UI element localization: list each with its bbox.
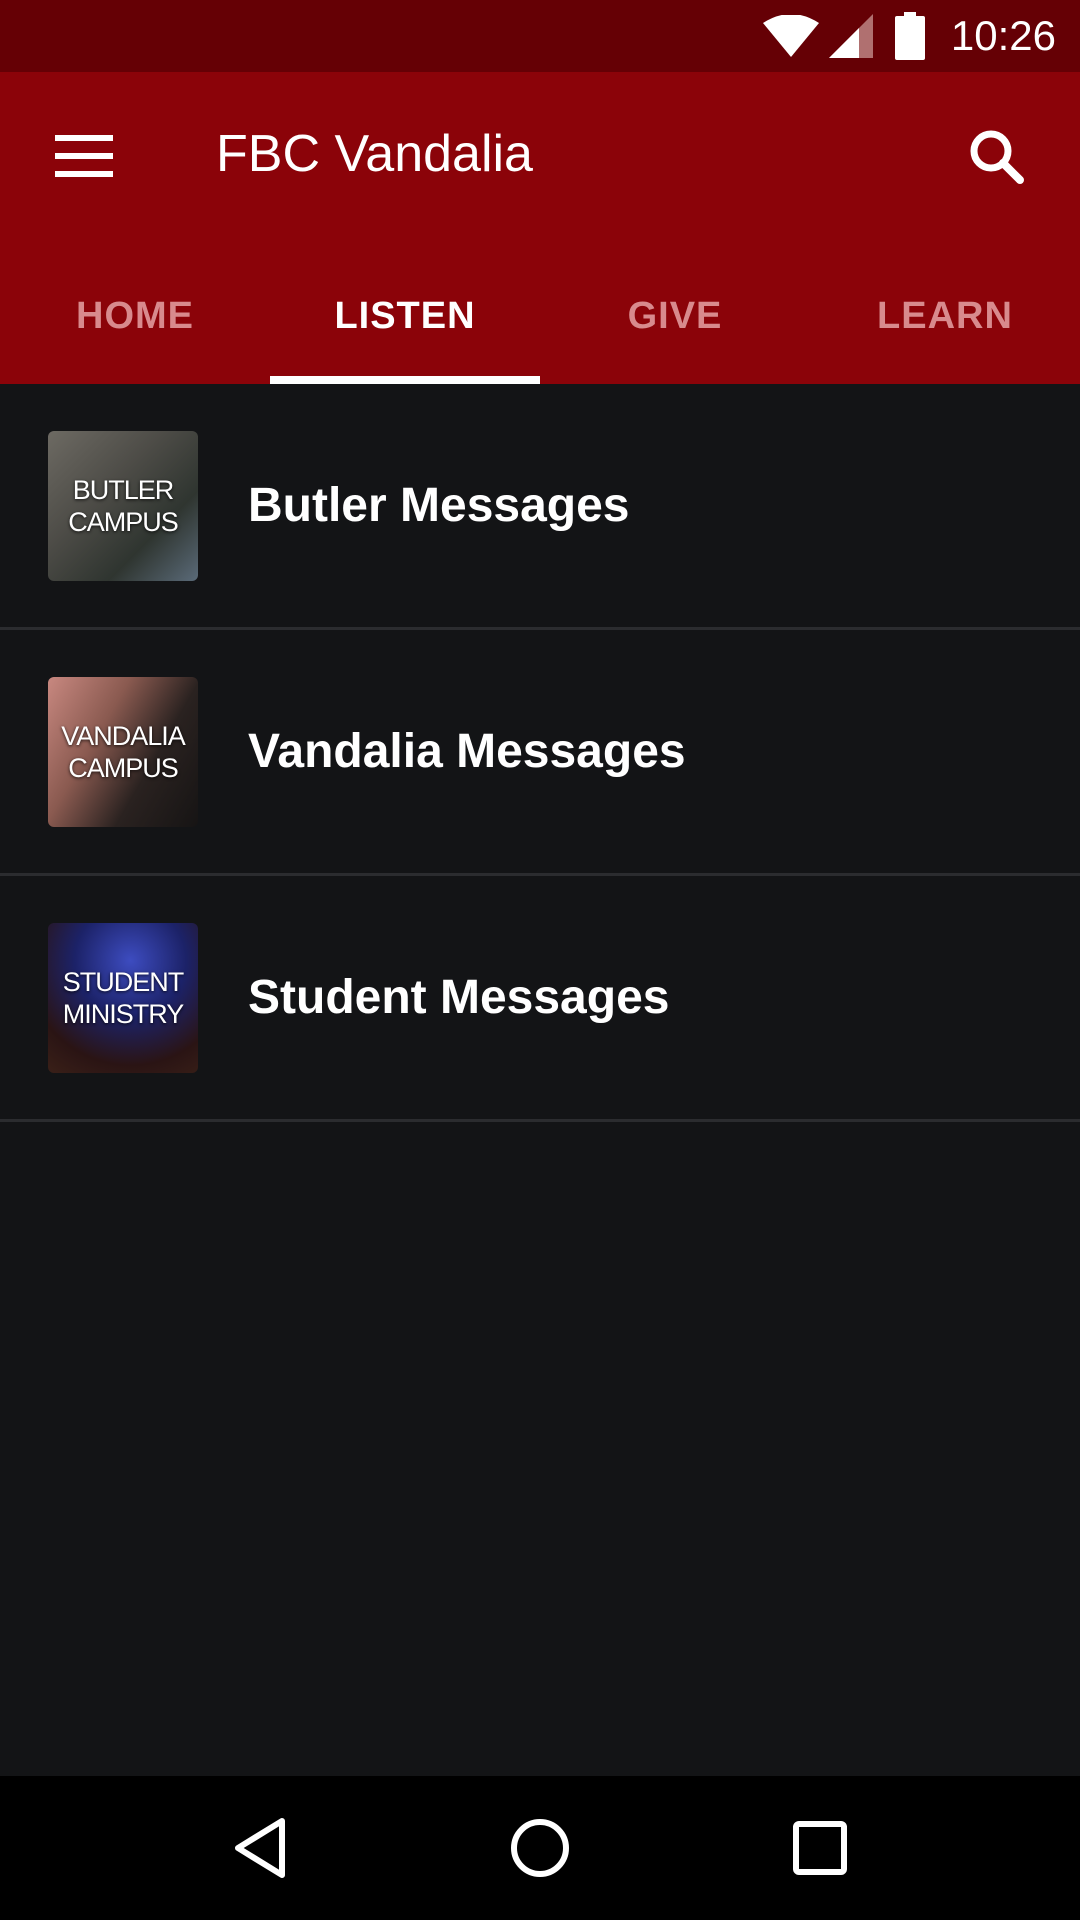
recents-icon[interactable] (760, 1788, 880, 1908)
status-bar: 10:26 (0, 0, 1080, 72)
search-icon[interactable] (952, 112, 1040, 200)
battery-icon (894, 12, 925, 60)
tab-home[interactable]: HOME (0, 248, 270, 384)
app-title: FBC Vandalia (216, 125, 533, 183)
wifi-icon (762, 15, 819, 57)
butler-campus-thumbnail: BUTLER CAMPUS (48, 430, 198, 581)
tab-learn[interactable]: LEARN (810, 248, 1080, 384)
cell-signal-icon (828, 14, 873, 58)
system-nav-bar (0, 1776, 1080, 1920)
status-time: 10:26 (950, 12, 1056, 59)
thumbnail-caption: BUTLER CAMPUS (68, 474, 179, 537)
app-bar: FBC Vandalia HOME LISTEN GIVE LEARN (0, 72, 1080, 384)
home-icon[interactable] (480, 1788, 600, 1908)
list-item-butler-messages[interactable]: BUTLER CAMPUS Butler Messages (0, 384, 1080, 630)
thumbnail-caption: VANDALIA CAMPUS (61, 720, 186, 783)
tab-bar: HOME LISTEN GIVE LEARN (0, 248, 1080, 384)
list-item-student-messages[interactable]: STUDENT MINISTRY Student Messages (0, 876, 1080, 1122)
list-item-label: Student Messages (248, 971, 670, 1024)
hamburger-menu-icon[interactable] (40, 112, 128, 200)
vandalia-campus-thumbnail: VANDALIA CAMPUS (48, 676, 198, 827)
list-item-label: Butler Messages (248, 479, 630, 532)
tab-give[interactable]: GIVE (540, 248, 810, 384)
messages-list: BUTLER CAMPUS Butler Messages VANDALIA C… (0, 384, 1080, 1122)
student-ministry-thumbnail: STUDENT MINISTRY (48, 922, 198, 1073)
back-icon[interactable] (200, 1788, 320, 1908)
thumbnail-caption: STUDENT MINISTRY (62, 966, 185, 1029)
tab-listen[interactable]: LISTEN (270, 248, 540, 384)
list-item-vandalia-messages[interactable]: VANDALIA CAMPUS Vandalia Messages (0, 630, 1080, 876)
list-item-label: Vandalia Messages (248, 725, 686, 778)
